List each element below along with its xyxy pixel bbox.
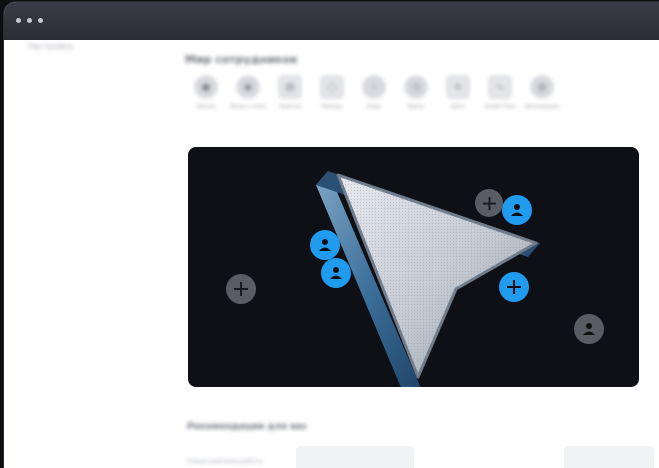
add-member-button[interactable] (475, 189, 503, 217)
user-avatar-active[interactable] (321, 258, 351, 288)
user-icon (511, 204, 523, 216)
feature-item[interactable]: ● Личное (187, 76, 225, 110)
screen: Настройки Мир сотрудников ● Личное ◉ Фок… (0, 0, 659, 468)
hero-banner (188, 147, 639, 387)
window-controls (16, 18, 43, 23)
feature-label: Health Time (484, 104, 516, 110)
feature-label: Инфо (366, 104, 382, 110)
window-control-dot[interactable] (16, 18, 21, 23)
recommendation-card[interactable] (564, 446, 654, 468)
feature-label: Шаги (450, 104, 466, 110)
user-icon (583, 323, 595, 335)
globe-icon: ◍ (531, 76, 553, 98)
plus-icon (507, 280, 521, 294)
feature-item[interactable]: ∿ Health Time (481, 76, 519, 110)
feature-label: Заметки (278, 104, 302, 110)
feature-item[interactable]: ◉ Фокус и план (229, 76, 267, 110)
plus-icon (234, 282, 248, 296)
feature-label: Фокус и план (230, 104, 266, 110)
features-row: ● Личное ◉ Фокус и план ▤ Заметки ▢ Помо… (187, 76, 561, 110)
feature-item[interactable]: ▤ Заметки (271, 76, 309, 110)
steps-icon: ≡ (447, 76, 469, 98)
feature-item[interactable]: ◍ Организация (523, 76, 561, 110)
cursor-illustration (316, 171, 540, 387)
app-content: Настройки Мир сотрудников ● Личное ◉ Фок… (4, 40, 659, 468)
add-member-button[interactable] (226, 274, 256, 304)
user-icon (319, 239, 331, 251)
user-avatar[interactable] (574, 314, 604, 344)
app-window: Настройки Мир сотрудников ● Личное ◉ Фок… (4, 2, 659, 468)
window-titlebar[interactable] (4, 2, 659, 41)
feature-label: Помощь (321, 104, 343, 110)
wave-icon: ∿ (489, 76, 511, 98)
feature-item[interactable]: ◷ Время (397, 76, 435, 110)
feature-item[interactable]: i Инфо (355, 76, 393, 110)
feature-label: Личное (196, 104, 216, 110)
sidebar-label[interactable]: Настройки (28, 42, 73, 51)
target-icon: ◉ (237, 76, 259, 98)
clock-icon: ◷ (405, 76, 427, 98)
features-section-title: Мир сотрудников (185, 53, 298, 66)
square-icon: ▢ (321, 76, 343, 98)
window-control-dot[interactable] (38, 18, 43, 23)
user-avatar-active[interactable] (502, 195, 532, 225)
user-icon (330, 267, 342, 279)
recommendations-title: Рекомендации для вас (187, 422, 308, 432)
feature-label: Время (407, 104, 425, 110)
feature-item[interactable]: ≡ Шаги (439, 76, 477, 110)
add-member-button-active[interactable] (499, 272, 529, 302)
note-icon: ▤ (279, 76, 301, 98)
recommendations-subtitle: Новые шаблоны работы (187, 458, 264, 465)
user-avatar-active[interactable] (310, 230, 340, 260)
feature-label: Организация (524, 104, 560, 110)
recommendation-card[interactable] (296, 446, 414, 468)
info-icon: i (363, 76, 385, 98)
feature-item[interactable]: ▢ Помощь (313, 76, 351, 110)
plus-icon (482, 196, 496, 210)
circle-icon: ● (195, 76, 217, 98)
window-control-dot[interactable] (27, 18, 32, 23)
